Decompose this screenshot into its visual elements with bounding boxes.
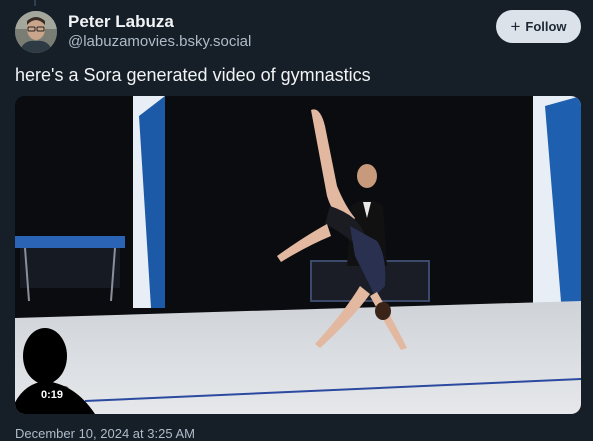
plus-icon: + [510,16,521,36]
author-name[interactable]: Peter Labuza [68,12,174,32]
avatar-image [15,11,57,53]
author-handle[interactable]: @labuzamovies.bsky.social [68,33,251,50]
video-frame [15,96,581,414]
thread-line [34,0,36,6]
follow-button-label: Follow [525,19,567,34]
video-duration: 0:19 [35,386,70,404]
follow-button[interactable]: + Follow [496,10,581,43]
avatar[interactable] [15,11,57,53]
post-timestamp[interactable]: December 10, 2024 at 3:25 AM [15,426,195,441]
video-player[interactable]: 0:19 [15,96,581,414]
post-text: here's a Sora generated video of gymnast… [15,65,371,85]
